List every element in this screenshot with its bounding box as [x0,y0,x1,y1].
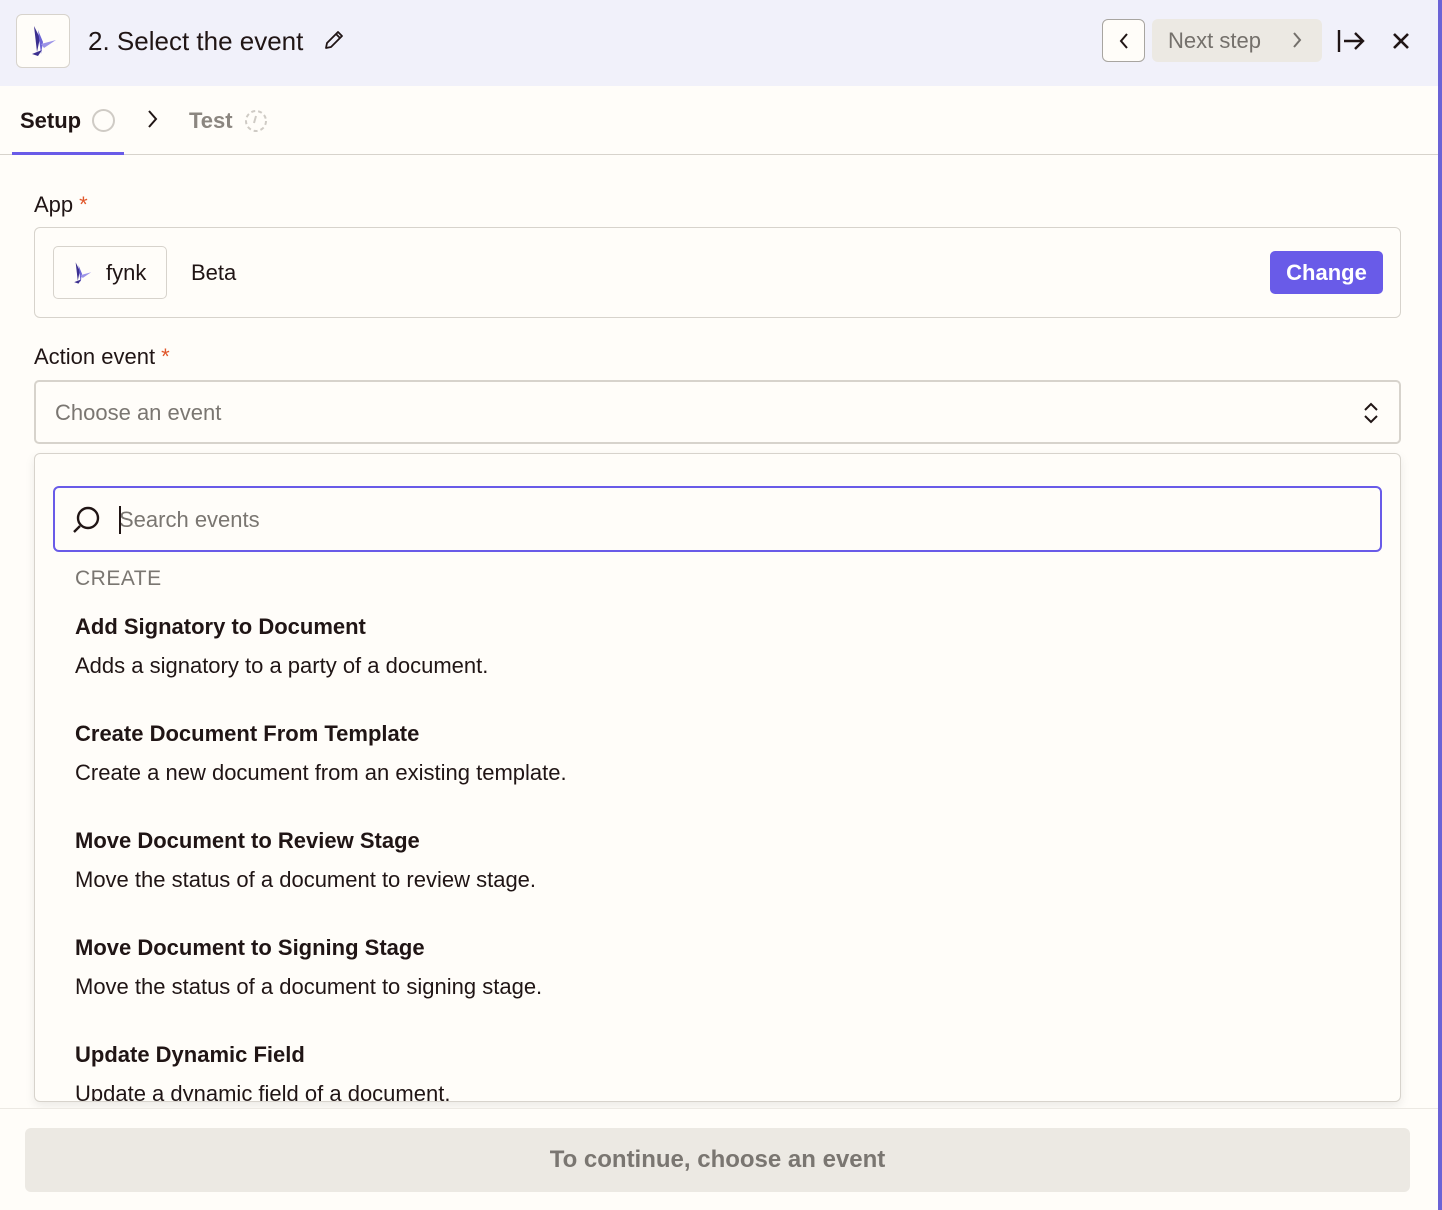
event-option-signing-stage[interactable]: Move Document to Signing Stage Move the … [35,935,1400,1035]
tab-test[interactable]: Test [189,108,267,134]
event-option-description: Adds a signatory to a party of a documen… [75,653,489,678]
event-option-add-signatory[interactable]: Add Signatory to Document Adds a signato… [35,614,1400,714]
search-events-input[interactable] [119,504,1319,536]
group-heading-create: CREATE [75,567,162,590]
chevron-right-icon [148,110,158,128]
event-option-description: Move the status of a document to review … [75,867,537,892]
text-caret [119,506,121,534]
required-mark: * [161,344,170,369]
app-name: fynk [106,259,147,285]
required-mark: * [79,192,88,217]
event-dropdown: CREATE Add Signatory to Document Adds a … [34,453,1401,1102]
action-event-select[interactable]: Choose an event [34,380,1401,444]
tab-test-label: Test [189,108,233,133]
event-option-title: Update Dynamic Field [75,1042,305,1067]
event-option-description: Move the status of a document to signing… [75,974,543,999]
panel-header: 2. Select the event Next step [0,0,1438,86]
search-icon [73,506,100,533]
event-option-title: Add Signatory to Document [75,614,366,639]
action-event-placeholder: Choose an event [55,400,222,425]
action-event-field-label: Action event * [34,344,170,370]
next-step-label: Next step [1168,27,1261,53]
event-option-description: Update a dynamic field of a document. [75,1081,451,1102]
event-option-update-dynamic-field[interactable]: Update Dynamic Field Update a dynamic fi… [35,1042,1400,1102]
search-events-box[interactable] [53,486,1382,552]
chevron-right-icon [1293,32,1302,48]
continue-button[interactable]: To continue, choose an event [25,1128,1410,1192]
event-option-title: Move Document to Signing Stage [75,935,425,960]
chevron-up-down-icon [1364,402,1378,424]
app-logo [16,14,70,68]
close-icon[interactable] [1390,30,1412,52]
tab-setup[interactable]: Setup [12,86,124,155]
panel-edge-accent [1438,0,1442,1210]
event-option-title: Move Document to Review Stage [75,828,420,853]
test-status-icon [245,110,267,132]
collapse-panel-icon[interactable] [1336,28,1366,54]
step-title: 2. Select the event [88,26,304,56]
event-option-create-document[interactable]: Create Document From Template Create a n… [35,721,1400,821]
event-option-review-stage[interactable]: Move Document to Review Stage Move the s… [35,828,1400,928]
event-option-description: Create a new document from an existing t… [75,760,567,785]
pencil-icon[interactable] [322,28,346,52]
app-chip: fynk [53,246,167,299]
action-event-label-text: Action event [34,344,156,369]
previous-step-button[interactable] [1102,19,1145,62]
event-option-title: Create Document From Template [75,721,420,746]
fynk-logo-icon [32,26,56,56]
next-step-button[interactable]: Next step [1152,19,1322,62]
beta-badge: Beta [191,260,237,285]
app-label-text: App [34,192,74,217]
app-field-label: App * [34,192,88,218]
tab-setup-label: Setup [20,108,82,133]
setup-status-circle-icon [92,109,115,132]
app-card: fynk Beta Change [34,227,1401,318]
chevron-left-icon [1119,32,1128,49]
panel-footer: To continue, choose an event [0,1108,1438,1210]
change-app-button[interactable]: Change [1270,251,1383,294]
fynk-logo-icon [74,261,92,284]
